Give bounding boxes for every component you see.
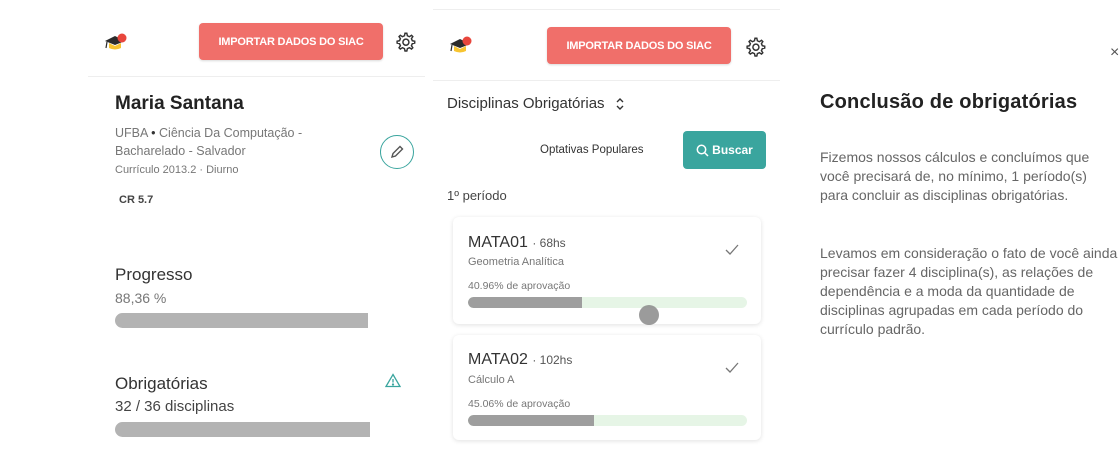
- info-paragraph-1: Fizemos nossos cálculos e concluímos que…: [820, 149, 1090, 203]
- discipline-name: Cálculo A: [468, 374, 515, 386]
- course-info: UFBA • Ciência Da Computação - Bacharela…: [115, 124, 365, 160]
- discipline-hours: · 68hs: [532, 236, 566, 250]
- bullet-dot: •: [151, 126, 156, 140]
- university-label: UFBA: [115, 126, 148, 140]
- period-label: 1º período: [447, 188, 507, 203]
- approval-bar: [468, 415, 747, 426]
- info-title: Conclusão de obrigatórias: [820, 91, 1078, 113]
- student-name: Maria Santana: [115, 93, 244, 114]
- settings-gear-icon[interactable]: [744, 36, 766, 58]
- header-divider: [433, 80, 780, 81]
- check-icon: [725, 362, 739, 373]
- chevron-up-down-icon: [616, 97, 624, 110]
- progress-title: Progresso: [115, 265, 193, 284]
- import-siac-button[interactable]: IMPORTAR DADOS DO SIAC: [199, 23, 383, 60]
- course-line-2: Bacharelado - Salvador: [115, 144, 246, 158]
- info-paragraph-2: Levamos em consideração o fato de você a…: [820, 245, 1118, 337]
- close-button[interactable]: ×: [1110, 44, 1119, 62]
- course-line-1: Ciência Da Computação -: [159, 126, 303, 140]
- required-bar: [115, 422, 370, 437]
- curriculum-info: Currículo 2013.2 · Diurno: [115, 164, 239, 176]
- discipline-card[interactable]: MATA02 · 102hs Cálculo A 45.06% de aprov…: [453, 335, 761, 440]
- app-logo-icon: [450, 36, 472, 53]
- approval-bar-fill: [468, 415, 594, 426]
- approval-rate: 40.96% de aprovação: [468, 280, 571, 292]
- cursor-dot: [639, 305, 659, 325]
- approval-rate: 45.06% de aprovação: [468, 398, 571, 410]
- discipline-card[interactable]: MATA01 · 68hs Geometria Analítica 40.96%…: [453, 217, 761, 325]
- discipline-code: MATA01 · 68hs: [468, 234, 566, 251]
- header-divider: [88, 76, 425, 77]
- import-siac-button[interactable]: IMPORTAR DADOS DO SIAC: [547, 27, 731, 64]
- pencil-icon: [390, 145, 404, 159]
- search-button-label: Buscar: [712, 143, 753, 157]
- middle-panel: IMPORTAR DADOS DO SIAC Disciplinas Obrig…: [433, 0, 780, 465]
- progress-value: 88,36 %: [115, 290, 167, 306]
- approval-bar-fill: [468, 297, 583, 308]
- discipline-type-label: Disciplinas Obrigatórias: [447, 95, 605, 112]
- discipline-type-selector[interactable]: Disciplinas Obrigatórias: [447, 95, 625, 112]
- warning-icon[interactable]: [385, 373, 401, 388]
- edit-profile-button[interactable]: [380, 135, 414, 169]
- required-count: 32 / 36 disciplinas: [115, 398, 235, 415]
- search-icon: [696, 144, 709, 157]
- check-icon: [725, 244, 739, 255]
- left-panel: IMPORTAR DADOS DO SIAC Maria Santana UFB…: [0, 0, 425, 465]
- required-title: Obrigatórias: [115, 374, 208, 393]
- cr-badge: CR 5.7: [119, 194, 154, 206]
- top-divider: [433, 9, 780, 10]
- info-panel: × Conclusão de obrigatórias Fizemos noss…: [800, 0, 1119, 465]
- discipline-code: MATA02 · 102hs: [468, 351, 573, 368]
- search-button[interactable]: Buscar: [683, 131, 766, 169]
- settings-gear-icon[interactable]: [394, 31, 416, 53]
- popular-electives-link[interactable]: Optativas Populares: [540, 144, 644, 156]
- progress-bar: [115, 313, 368, 328]
- discipline-name: Geometria Analítica: [468, 256, 564, 268]
- discipline-hours: · 102hs: [532, 353, 573, 367]
- app-logo-icon: [105, 33, 127, 50]
- approval-bar: [468, 297, 747, 308]
